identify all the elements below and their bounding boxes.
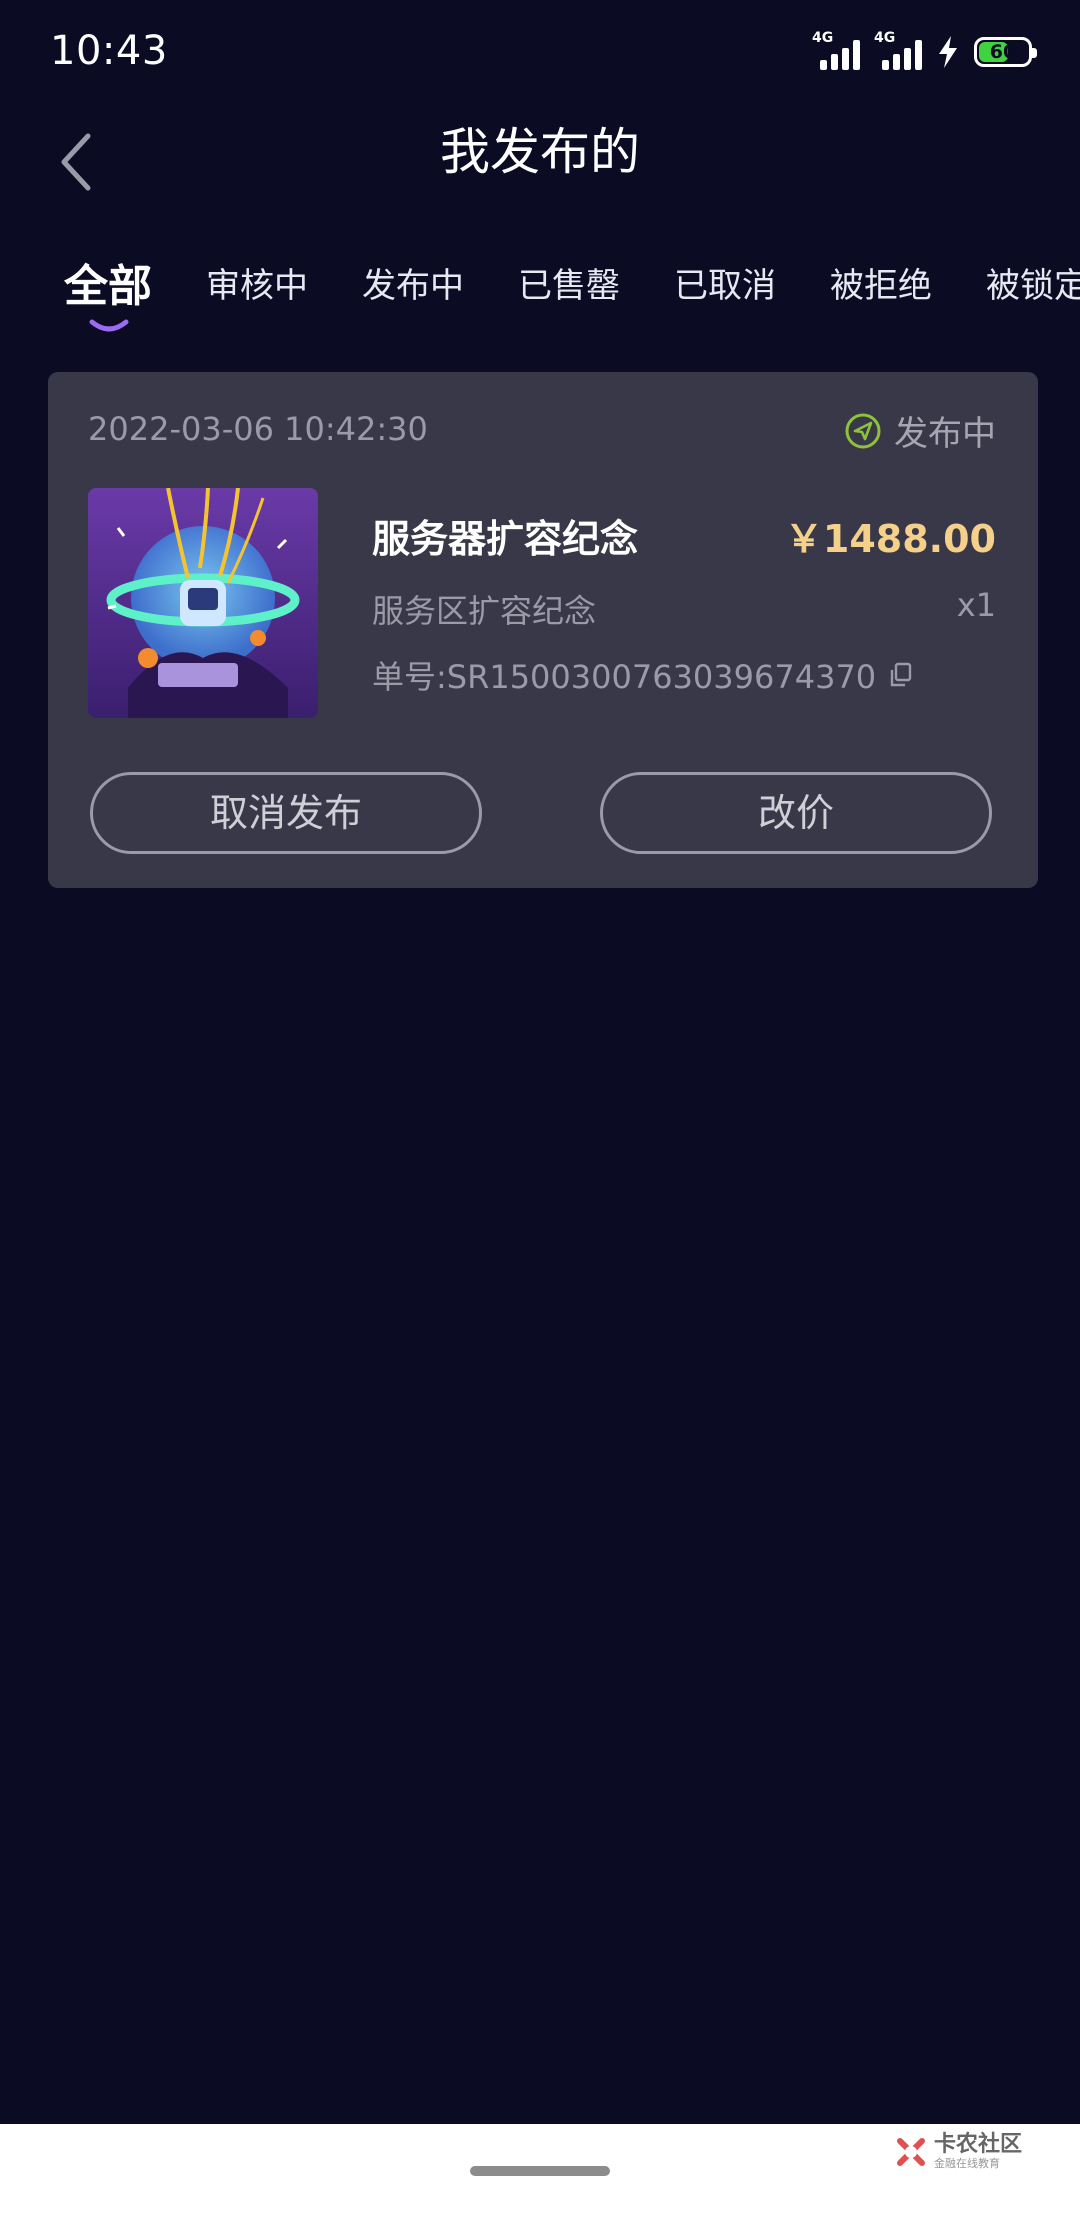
status-label: 发布中 [894,414,996,454]
status-badge: 发布中 [844,406,996,455]
product-price: ￥1488.00 [784,517,996,561]
status-icons: 4G 4G 60 [812,30,1037,70]
tab-all[interactable]: 全部 [64,250,152,314]
tab-reviewing[interactable]: 审核中 [206,258,308,307]
nav-bar: 我发布的 [0,110,1080,220]
product-image[interactable] [88,488,318,718]
status-bar: 10:43 4G 4G 60 [0,0,1080,110]
tab-indicator [89,319,129,332]
watermark-logo-icon [896,2137,925,2166]
tab-publishing[interactable]: 发布中 [362,258,464,307]
tab-locked[interactable]: 被锁定 [986,258,1080,307]
order-time: 2022-03-06 10:42:30 [88,410,428,448]
tab-rejected[interactable]: 被拒绝 [830,258,932,307]
product-quantity: x1 [956,586,996,624]
tab-cancelled[interactable]: 已取消 [674,258,776,307]
tab-sold-out[interactable]: 已售罄 [518,258,620,307]
publish-status-icon [845,413,881,448]
watermark-subtitle: 金融在线教育 [933,2157,1000,2170]
signal-icon: 4G [812,30,860,70]
signal-icon: 4G [874,30,922,70]
page-title: 我发布的 [440,123,640,181]
battery-level: 60 [989,41,1017,63]
cancel-publish-button[interactable]: 取消发布 [90,772,482,854]
status-tabs: 全部 审核中 发布中 已售罄 已取消 被拒绝 被锁定 [0,240,1080,340]
order-number-text: 单号:SR1500300763039674370 [372,658,877,696]
product-name: 服务器扩容纪念 [372,517,639,561]
home-indicator[interactable] [470,2166,610,2176]
change-price-button[interactable]: 改价 [600,772,992,854]
status-time: 10:43 [50,28,168,74]
charging-icon [939,36,957,68]
order-number: 单号:SR1500300763039674370 [372,652,914,698]
order-card[interactable]: 2022-03-06 10:42:30 发布中 服务器扩容纪念 ￥1488.00… [48,372,1038,888]
bottom-system-bar: 卡农社区 金融在线教育 [0,2124,1080,2220]
watermark-title: 卡农社区 [933,2132,1022,2157]
product-subtitle: 服务区扩容纪念 [372,592,597,630]
watermark: 卡农社区 金融在线教育 [894,2134,1022,2169]
copy-icon[interactable] [888,662,914,688]
battery-icon: 60 [974,37,1037,67]
